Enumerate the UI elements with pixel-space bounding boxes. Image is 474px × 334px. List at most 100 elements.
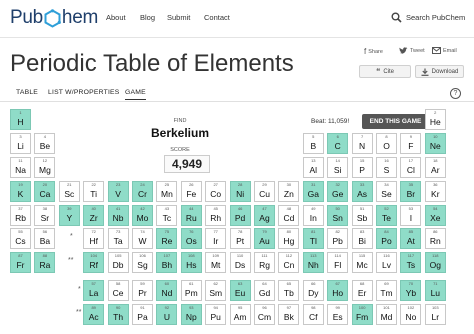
element-cell-cs[interactable]: 55 Cs [10,228,31,249]
element-cell-fl[interactable]: 114 Fl [327,252,349,273]
nav-about[interactable]: About [106,13,126,22]
pubchem-logo[interactable]: Pub hem [10,7,98,29]
share-email-button[interactable]: Email [432,47,457,54]
element-cell-be[interactable]: 4 Be [34,133,56,154]
element-cell-sc[interactable]: 21 Sc [58,181,80,202]
element-cell-cr[interactable]: 24 Cr [132,181,153,202]
element-cell-pr[interactable]: 59 Pr [132,280,153,301]
element-cell-rg[interactable]: 111 Rg [254,252,275,273]
element-cell-k[interactable]: 19 K [10,181,31,202]
element-cell-ts[interactable]: 117 Ts [400,252,422,273]
element-cell-nd[interactable]: 60 Nd [156,280,178,301]
element-cell-md[interactable]: 101 Md [376,304,397,325]
element-cell-mt[interactable]: 109 Mt [205,252,227,273]
share-twitter-button[interactable]: Tweet [399,47,425,55]
element-cell-rh[interactable]: 45 Rh [205,205,227,226]
element-cell-ac[interactable]: 89 Ac [83,304,105,325]
element-cell-ag[interactable]: 47 Ag [254,205,275,226]
element-cell-b[interactable]: 5B [302,133,324,154]
element-cell-ds[interactable]: 110 Ds [229,252,251,273]
element-cell-sb[interactable]: 51 Sb [351,205,373,226]
download-button[interactable]: Download [415,65,464,78]
element-cell-th[interactable]: 90 Th [107,304,129,325]
element-cell-pa[interactable]: 91 Pa [132,304,153,325]
element-cell-nb[interactable]: 41 Nb [107,205,129,226]
element-cell-br[interactable]: 35 Br [400,181,422,202]
element-cell-cn[interactable]: 112 Cn [278,252,300,273]
element-cell-bi[interactable]: 83 Bi [351,228,373,249]
element-cell-tb[interactable]: 65 Tb [278,280,300,301]
tab-table[interactable]: TABLE [16,89,38,96]
element-cell-tm[interactable]: 69 Tm [376,280,397,301]
element-cell-i[interactable]: 53 I [400,205,422,226]
element-cell-am[interactable]: 95 Am [229,304,251,325]
element-cell-xe[interactable]: 54 Xe [424,205,446,226]
element-cell-os[interactable]: 76 Os [180,228,202,249]
element-cell-pd[interactable]: 46 Pd [229,205,251,226]
element-cell-gd[interactable]: 64 Gd [254,280,275,301]
element-cell-zr[interactable]: 40 Zr [83,205,105,226]
cite-button[interactable]: ❝ Cite [359,65,411,78]
element-cell-he[interactable]: 2 He [424,109,446,130]
end-game-button[interactable]: END THIS GAME [362,114,429,129]
element-cell-u[interactable]: 92 U [156,304,178,325]
nav-blog[interactable]: Blog [140,13,155,22]
element-cell-se[interactable]: 34 Se [376,181,397,202]
element-cell-kr[interactable]: 36 Kr [424,181,446,202]
element-cell-es[interactable]: 99 Es [327,304,349,325]
element-cell-ho[interactable]: 67 Ho [327,280,349,301]
element-cell-hf[interactable]: 72 Hf [83,228,105,249]
element-cell-la[interactable]: 57 La [83,280,105,301]
element-cell-mc[interactable]: 115 Mc [351,252,373,273]
element-cell-ir[interactable]: 77 Ir [205,228,227,249]
element-cell-mo[interactable]: 42 Mo [132,205,153,226]
element-cell-h[interactable]: 1H [10,109,31,130]
element-cell-pu[interactable]: 94 Pu [205,304,227,325]
element-cell-ce[interactable]: 58 Ce [107,280,129,301]
element-cell-cd[interactable]: 48 Cd [278,205,300,226]
element-cell-tl[interactable]: 81 Tl [302,228,324,249]
element-cell-fm[interactable]: 100 Fm [351,304,373,325]
element-cell-ba[interactable]: 56 Ba [34,228,56,249]
element-cell-ne[interactable]: 10 Ne [424,133,446,154]
element-cell-ca[interactable]: 20 Ca [34,181,56,202]
tab-list-with-properties[interactable]: LIST W/PROPERTIES [48,89,120,96]
element-cell-ge[interactable]: 32 Ge [327,181,349,202]
element-cell-hs[interactable]: 108 Hs [180,252,202,273]
element-cell-cm[interactable]: 96 Cm [254,304,275,325]
element-cell-mn[interactable]: 25 Mn [156,181,178,202]
nav-contact[interactable]: Contact [204,13,230,22]
element-cell-lu[interactable]: 71 Lu [424,280,446,301]
element-cell-tc[interactable]: 43 Tc [156,205,178,226]
element-cell-f[interactable]: 9F [400,133,422,154]
element-cell-si[interactable]: 14 Si [327,157,349,178]
element-cell-o[interactable]: 8O [376,133,397,154]
share-facebook-button[interactable]: f Share [364,47,383,56]
element-cell-rn[interactable]: 86 Rn [424,228,446,249]
element-cell-ta[interactable]: 73 Ta [107,228,129,249]
element-cell-no[interactable]: 102 No [400,304,422,325]
element-cell-co[interactable]: 27 Co [205,181,227,202]
element-cell-yb[interactable]: 70 Yb [400,280,422,301]
nav-submit[interactable]: Submit [167,13,190,22]
element-cell-lr[interactable]: 103 Lr [424,304,446,325]
search-button[interactable]: Search PubChem [391,10,465,24]
element-cell-re[interactable]: 75 Re [156,228,178,249]
element-cell-bk[interactable]: 97 Bk [278,304,300,325]
element-cell-er[interactable]: 68 Er [351,280,373,301]
element-cell-at[interactable]: 85 At [400,228,422,249]
element-cell-pm[interactable]: 61 Pm [180,280,202,301]
element-cell-po[interactable]: 84 Po [376,228,397,249]
element-cell-pb[interactable]: 82 Pb [327,228,349,249]
element-cell-ar[interactable]: 18 Ar [424,157,446,178]
element-cell-ga[interactable]: 31 Ga [302,181,324,202]
element-cell-al[interactable]: 13 Al [302,157,324,178]
element-cell-hg[interactable]: 80 Hg [278,228,300,249]
element-cell-og[interactable]: 118 Og [424,252,446,273]
element-cell-li[interactable]: 3 Li [10,133,31,154]
element-cell-rb[interactable]: 37 Rb [10,205,31,226]
element-cell-sg[interactable]: 106 Sg [132,252,153,273]
element-cell-p[interactable]: 15 P [351,157,373,178]
element-cell-ru[interactable]: 44 Ru [180,205,202,226]
element-cell-nh[interactable]: 113 Nh [302,252,324,273]
